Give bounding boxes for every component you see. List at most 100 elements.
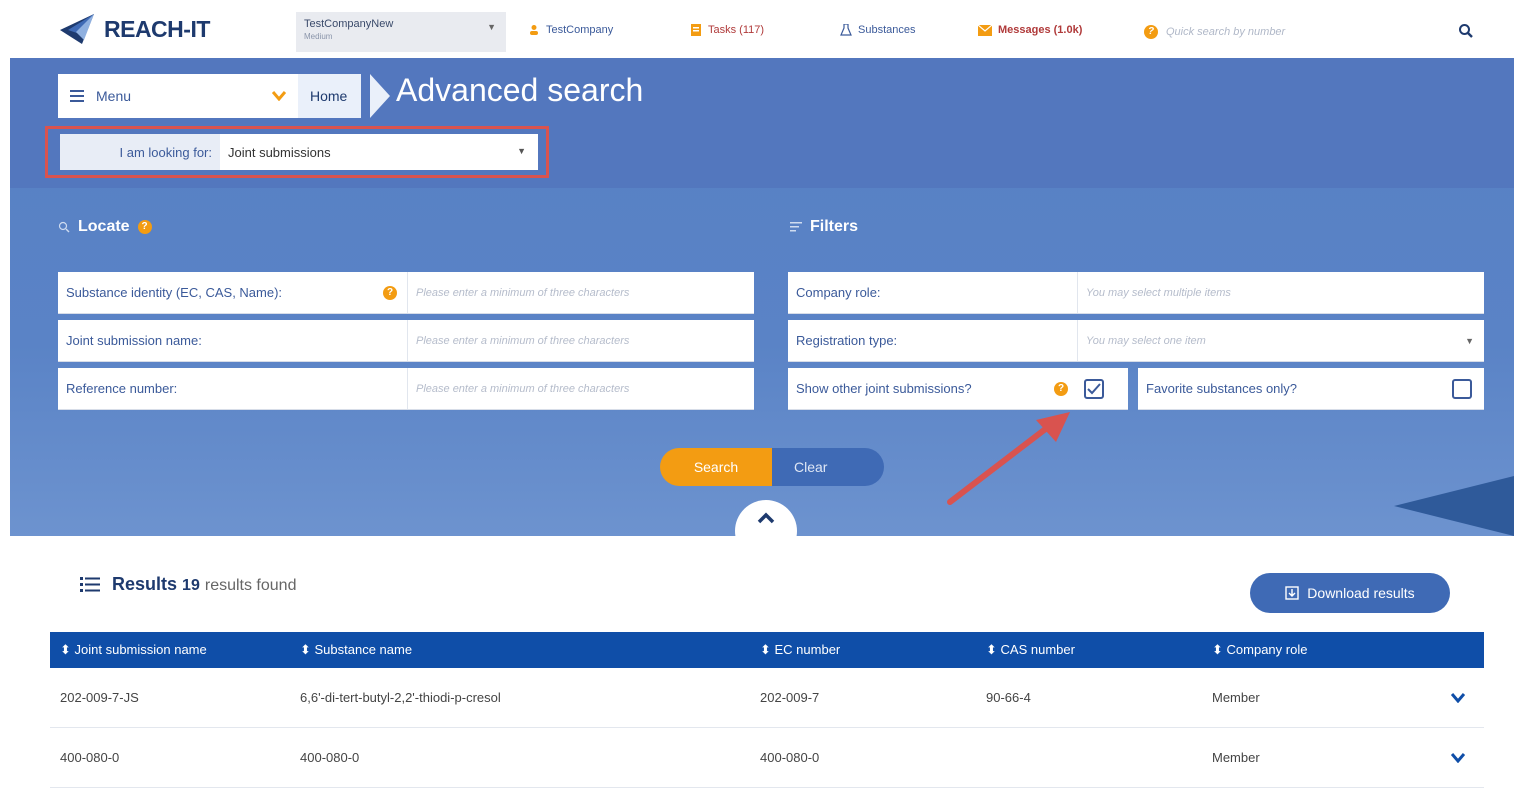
company-role-field[interactable]: Company role: You may select multiple it… [788, 272, 1484, 314]
substance-identity-label: Substance identity (EC, CAS, Name): ? [58, 272, 408, 313]
reach-it-logo-icon [60, 14, 94, 44]
company-name: TestCompanyNew [304, 18, 394, 30]
cell-cas-number: 90-66-4 [986, 690, 1031, 705]
looking-for-value[interactable]: Joint submissions [220, 145, 538, 160]
results-suffix: results found [204, 577, 297, 594]
cell-ec-number: 202-009-7 [760, 690, 820, 705]
substances-label: Substances [858, 24, 916, 36]
company-selector[interactable]: TestCompanyNew Medium ▼ [296, 12, 506, 52]
messages-link[interactable]: Messages (1.0k) [978, 24, 1082, 36]
substances-link[interactable]: Substances [840, 24, 915, 36]
collapse-panel-button[interactable] [735, 500, 797, 536]
results-table: ⬍ Joint submission name ⬍ Substance name… [50, 632, 1484, 788]
caret-down-icon: ▼ [517, 146, 526, 156]
joint-submission-name-field[interactable]: Joint submission name: Please enter a mi… [58, 320, 754, 362]
chevron-down-icon [272, 91, 286, 101]
search-button[interactable]: Search [660, 448, 772, 486]
user-name: TestCompany [546, 24, 614, 36]
cell-joint-submission-name: 400-080-0 [60, 750, 120, 765]
registration-type-input[interactable]: You may select one item [1078, 320, 1465, 361]
help-icon[interactable]: ? [1144, 25, 1158, 39]
table-header: ⬍ Joint submission name ⬍ Substance name… [50, 632, 1484, 668]
menu-label: Menu [96, 88, 132, 104]
help-icon[interactable]: ? [137, 220, 152, 234]
locate-heading: Locate ? [58, 218, 152, 236]
quick-search-input[interactable]: Quick search by number [1166, 26, 1285, 38]
results-heading: Results 19 results found [80, 574, 296, 595]
col-joint-submission-name[interactable]: ⬍ Joint submission name [50, 642, 290, 658]
user-link[interactable]: TestCompany [528, 24, 613, 36]
favorite-only-checkbox[interactable] [1452, 378, 1472, 399]
show-other-field: Show other joint submissions? ? [788, 368, 1128, 410]
company-role-input[interactable]: You may select multiple items [1078, 272, 1484, 313]
quick-search[interactable]: ? Quick search by number [1144, 22, 1484, 42]
col-ec-number[interactable]: ⬍ EC number [750, 642, 976, 658]
search-icon [58, 221, 70, 233]
user-icon [530, 25, 538, 35]
cell-substance-name: 6,6'-di-tert-butyl-2,2'-thiodi-p-cresol [300, 690, 501, 705]
substance-identity-field[interactable]: Substance identity (EC, CAS, Name): ? Pl… [58, 272, 754, 314]
filters-heading: Filters [790, 218, 858, 236]
locate-title: Locate [78, 218, 130, 235]
cell-joint-submission-name: 202-009-7-JS [60, 690, 139, 705]
menu-button[interactable]: Menu [58, 74, 298, 118]
tasks-icon [691, 24, 701, 36]
search-actions: Search Clear [660, 448, 884, 486]
chevron-down-icon [1451, 752, 1465, 763]
page-title: Advanced search [396, 72, 644, 108]
decorative-wave [1394, 476, 1514, 536]
table-row[interactable]: 400-080-0 400-080-0 400-080-0 Member [50, 728, 1484, 788]
show-other-label: Show other joint submissions? ? [788, 368, 1078, 409]
reference-number-input[interactable]: Please enter a minimum of three characte… [408, 368, 754, 409]
favorite-only-field: Favorite substances only? [1138, 368, 1484, 410]
col-company-role[interactable]: ⬍ Company role [1202, 642, 1432, 658]
expand-row-button[interactable] [1432, 752, 1484, 763]
clear-button[interactable]: Clear [772, 448, 884, 486]
envelope-icon [978, 24, 992, 36]
expand-row-button[interactable] [1432, 692, 1484, 703]
chevron-up-icon [757, 512, 775, 524]
company-size: Medium [304, 32, 333, 41]
cell-company-role: Member [1212, 690, 1260, 705]
table-row[interactable]: 202-009-7-JS 6,6'-di-tert-butyl-2,2'-thi… [50, 668, 1484, 728]
looking-for-select[interactable]: I am looking for: Joint submissions ▼ [60, 134, 538, 170]
cell-substance-name: 400-080-0 [300, 750, 360, 765]
search-icon[interactable] [1458, 23, 1474, 39]
col-cas-number[interactable]: ⬍ CAS number [976, 642, 1202, 658]
filter-icon [790, 222, 802, 232]
results-count: 19 [182, 577, 200, 594]
joint-submission-name-label: Joint submission name: [58, 320, 408, 361]
col-substance-name[interactable]: ⬍ Substance name [290, 642, 750, 658]
breadcrumb-arrow [370, 74, 390, 118]
company-role-label: Company role: [788, 272, 1078, 313]
results-title: Results [112, 574, 178, 594]
top-bar: REACH-IT TestCompanyNew Medium ▼ TestCom… [0, 0, 1514, 58]
messages-label: Messages (1.0k) [998, 24, 1083, 36]
check-icon [1087, 382, 1101, 394]
registration-type-label: Registration type: [788, 320, 1078, 361]
download-icon [1285, 586, 1299, 600]
hamburger-icon [70, 90, 84, 102]
registration-type-field[interactable]: Registration type: You may select one it… [788, 320, 1484, 362]
cell-ec-number: 400-080-0 [760, 750, 820, 765]
favorite-only-label: Favorite substances only? [1138, 368, 1438, 409]
breadcrumb-home-label: Home [310, 88, 348, 104]
caret-down-icon: ▼ [487, 22, 496, 32]
tasks-link[interactable]: Tasks (117) [690, 24, 764, 36]
substance-identity-input[interactable]: Please enter a minimum of three characte… [408, 272, 754, 313]
show-other-checkbox[interactable] [1084, 378, 1104, 399]
list-icon [80, 576, 100, 592]
reference-number-label: Reference number: [58, 368, 408, 409]
reference-number-field[interactable]: Reference number: Please enter a minimum… [58, 368, 754, 410]
joint-submission-name-input[interactable]: Please enter a minimum of three characte… [408, 320, 754, 361]
app-logo[interactable]: REACH-IT [58, 12, 210, 46]
breadcrumb-home[interactable]: Home [298, 74, 362, 118]
cell-company-role: Member [1212, 750, 1260, 765]
caret-down-icon: ▼ [1465, 335, 1474, 346]
help-icon[interactable]: ? [383, 286, 397, 300]
help-icon[interactable]: ? [1054, 382, 1068, 396]
logo-text: REACH-IT [104, 15, 210, 42]
flask-icon [840, 24, 852, 36]
download-results-button[interactable]: Download results [1250, 573, 1450, 613]
tasks-label: Tasks (117) [708, 24, 765, 36]
